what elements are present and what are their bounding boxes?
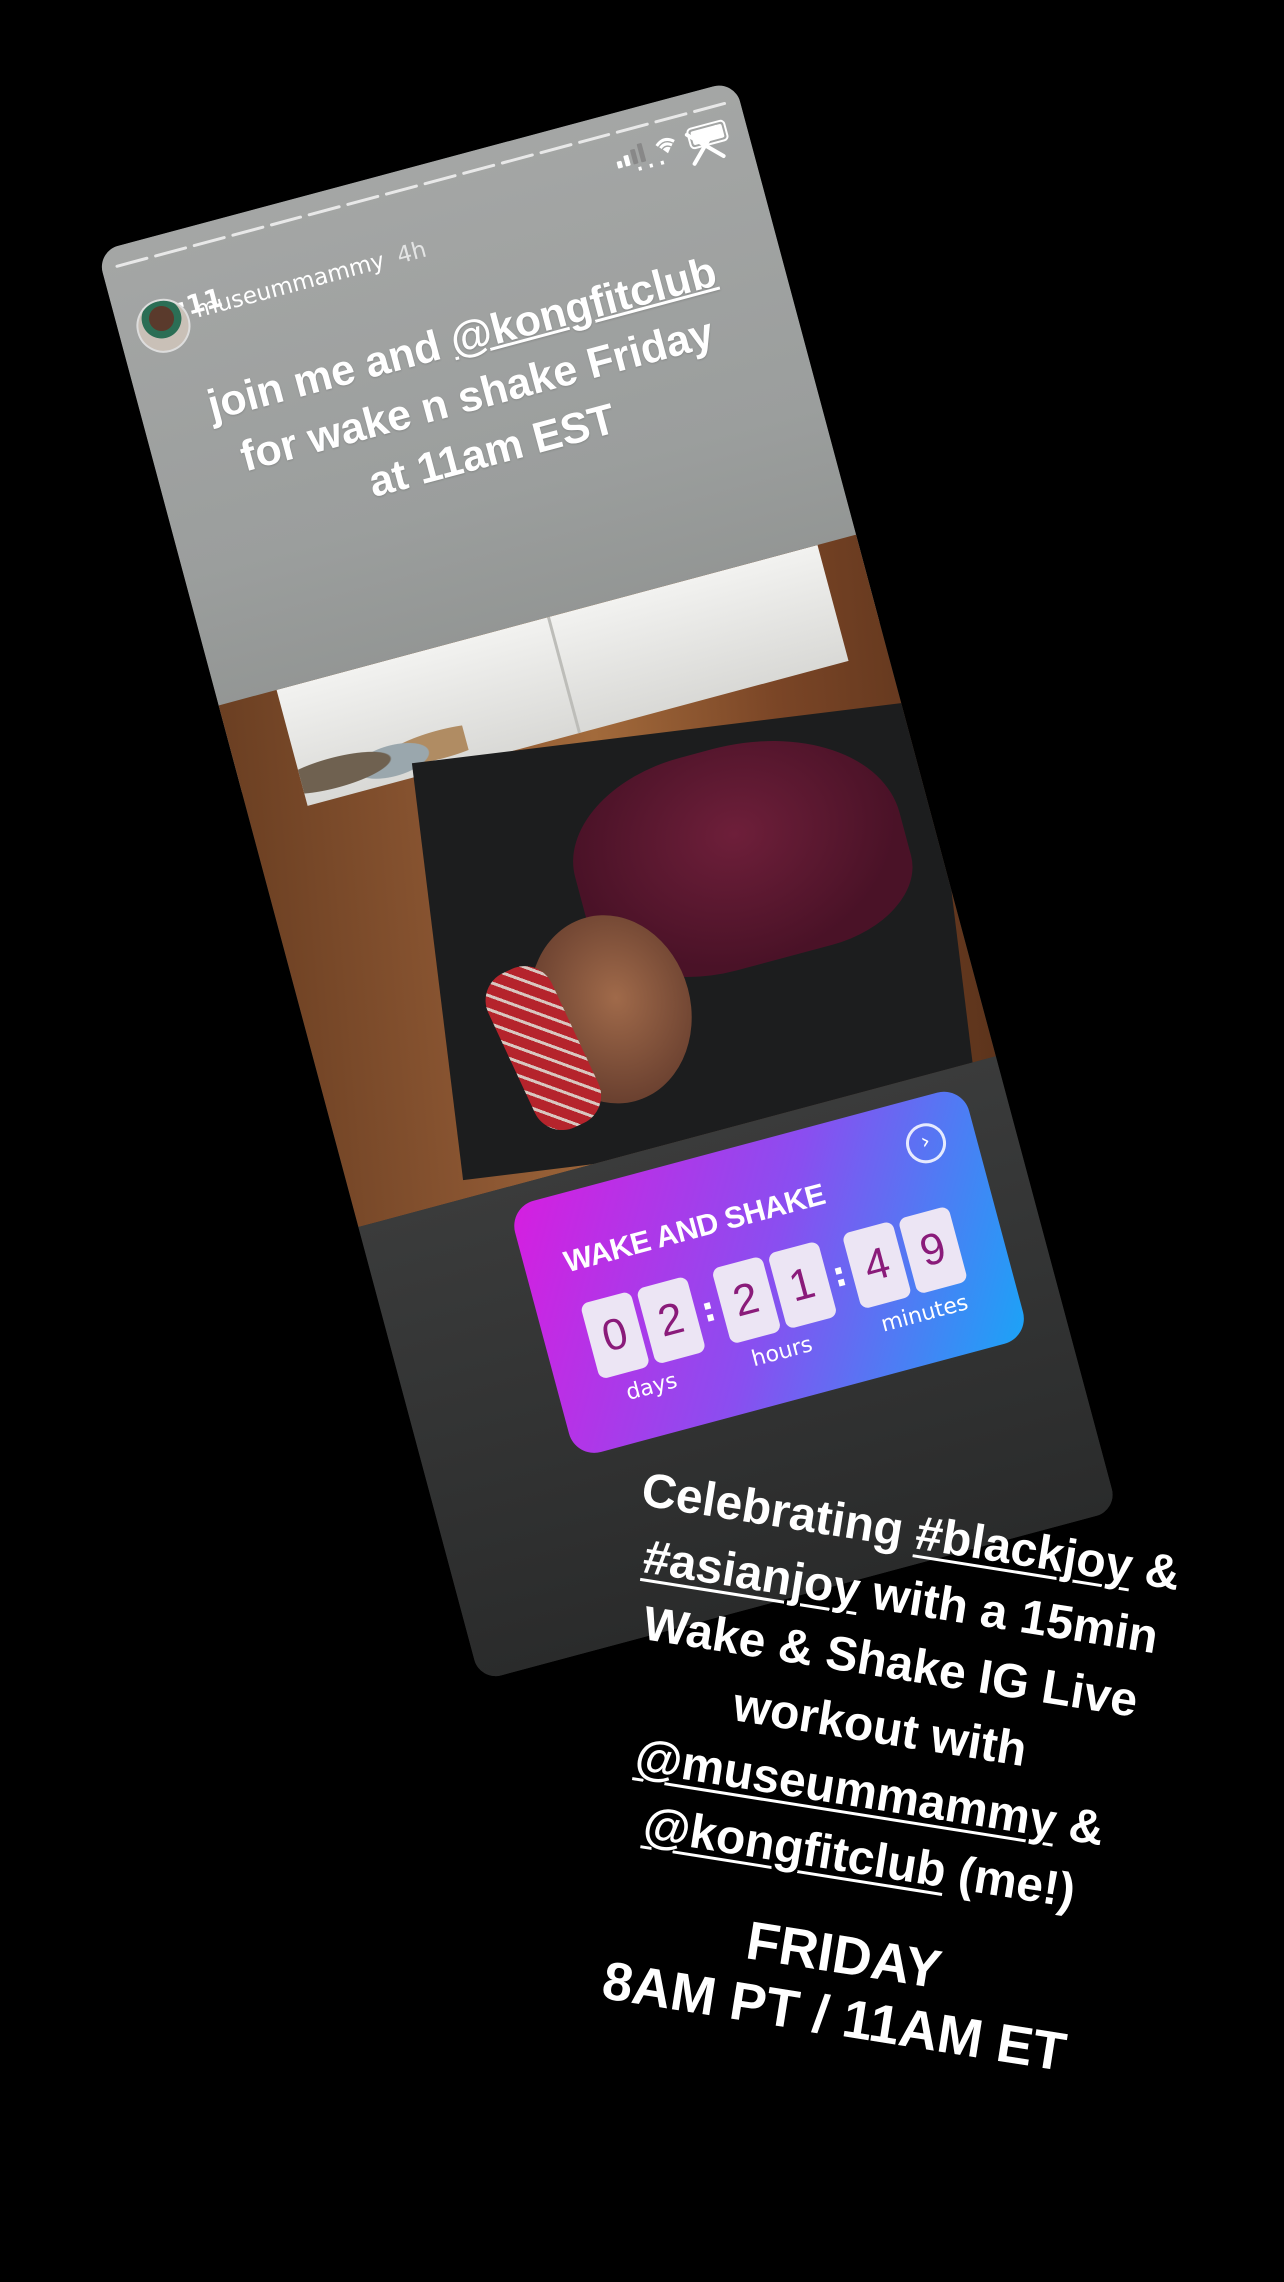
username-text[interactable]: museummammy: [192, 248, 387, 324]
overlay-line6-post: (me!): [941, 1845, 1079, 1919]
overlay-line1-post: &: [1128, 1541, 1184, 1601]
minutes-digit-2: 9: [897, 1205, 969, 1295]
story-time-ago: 4h: [394, 236, 430, 270]
overlay-line5-post: &: [1052, 1796, 1108, 1857]
overlay-caption: Celebrating #blackjoy & #asianjoy with a…: [513, 1450, 1232, 2097]
story-username[interactable]: museummammy 4h: [192, 237, 429, 324]
story-screenshot: 10:11 ··· museummammy4h join me and @kon…: [96, 80, 1118, 1682]
story-caption: join me and @kongfitclub for wake n shak…: [155, 231, 799, 560]
colon-separator: :: [696, 1289, 721, 1332]
colon-separator: :: [827, 1254, 852, 1297]
days-label: days: [623, 1368, 681, 1406]
chevron-right-icon[interactable]: ›: [901, 1118, 951, 1168]
hours-label: hours: [748, 1332, 816, 1373]
